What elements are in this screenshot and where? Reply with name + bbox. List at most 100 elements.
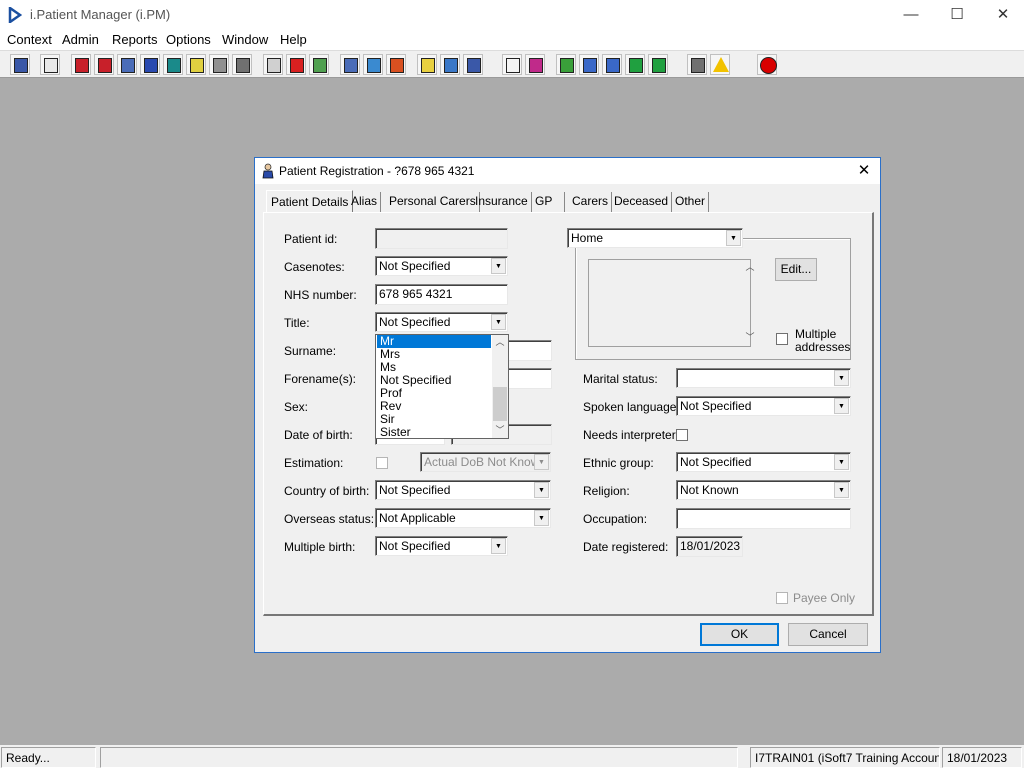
title-dropdown-scrollbar[interactable]: ︿ ﹀: [492, 335, 508, 438]
minimize-button[interactable]: —: [888, 0, 934, 30]
casenotes-combo[interactable]: Not Specified ▼: [375, 256, 508, 276]
multiple-addresses-checkbox[interactable]: [776, 333, 788, 345]
document-icon[interactable]: [502, 54, 522, 75]
maximize-button[interactable]: ☐: [934, 0, 980, 30]
menu-reports[interactable]: Reports: [112, 32, 158, 47]
chevron-down-icon[interactable]: ▼: [834, 454, 849, 470]
printer-icon[interactable]: [40, 54, 60, 75]
menu-options[interactable]: Options: [166, 32, 211, 47]
multiple-birth-combo[interactable]: Not Specified ▼: [375, 536, 508, 556]
needs-interpreter-checkbox[interactable]: [676, 429, 688, 441]
screen-icon[interactable]: [340, 54, 360, 75]
green-refresh-icon[interactable]: [648, 54, 668, 75]
tab-patient-details[interactable]: Patient Details: [266, 190, 354, 213]
chevron-down-icon[interactable]: ▼: [834, 482, 849, 498]
ok-button[interactable]: OK: [700, 623, 779, 646]
list-icon[interactable]: [417, 54, 437, 75]
swap-icon[interactable]: [687, 54, 707, 75]
bed-icon[interactable]: [232, 54, 252, 75]
download-icon[interactable]: [579, 54, 599, 75]
tab-carers[interactable]: Carers: [569, 192, 613, 212]
address-scrollbar[interactable]: ︿ ﹀: [742, 260, 756, 344]
chevron-down-icon[interactable]: ▼: [726, 230, 741, 246]
tab-other[interactable]: Other: [672, 192, 710, 212]
tab-alias[interactable]: Alias: [348, 192, 382, 212]
cancel-button[interactable]: Cancel: [788, 623, 868, 646]
chevron-down-icon[interactable]: ▼: [534, 482, 549, 498]
globe-icon[interactable]: [556, 54, 576, 75]
title-dropdown-list[interactable]: Mr Mrs Ms Not Specified Prof Rev Sir Sis…: [375, 334, 509, 439]
patient-icon[interactable]: [10, 54, 30, 75]
chevron-down-icon[interactable]: ▼: [534, 510, 549, 526]
date-registered-label: Date registered:: [583, 540, 669, 554]
spoken-language-combo[interactable]: Not Specified ▼: [676, 396, 851, 416]
multiple-addresses-line1: Multiple: [795, 327, 837, 341]
marital-status-combo[interactable]: ▼: [676, 368, 851, 388]
close-window-button[interactable]: ✕: [980, 0, 1024, 30]
title-option-sister[interactable]: Sister: [377, 426, 491, 439]
app-logo-icon: [8, 7, 22, 23]
religion-combo[interactable]: Not Known ▼: [676, 480, 851, 500]
bar-chart-icon[interactable]: [525, 54, 545, 75]
religion-value: Not Known: [680, 483, 739, 497]
chevron-down-icon[interactable]: ▼: [834, 370, 849, 386]
book-icon[interactable]: [71, 54, 91, 75]
occupation-field[interactable]: [676, 508, 851, 529]
chevron-down-icon[interactable]: ▼: [834, 398, 849, 414]
spoken-language-value: Not Specified: [680, 399, 752, 413]
warning-icon[interactable]: [710, 54, 730, 75]
multiple-birth-label: Multiple birth:: [284, 540, 356, 554]
exit-icon[interactable]: [757, 54, 777, 75]
country-of-birth-value: Not Specified: [379, 483, 451, 497]
surname-label: Surname:: [284, 344, 337, 358]
casenotes-label: Casenotes:: [284, 260, 345, 274]
tab-insurance[interactable]: Insurance: [472, 192, 532, 212]
check-download-icon[interactable]: [602, 54, 622, 75]
notes-icon[interactable]: [186, 54, 206, 75]
report-icon[interactable]: [117, 54, 137, 75]
nhs-number-field[interactable]: 678 965 4321: [375, 284, 508, 305]
tab-gp[interactable]: GP: [532, 192, 565, 212]
estimation-value: Actual DoB Not Known: [424, 455, 547, 469]
multiple-addresses-line2: addresses: [795, 340, 851, 354]
doctor-icon[interactable]: [163, 54, 183, 75]
ethnic-group-combo[interactable]: Not Specified ▼: [676, 452, 851, 472]
edit-address-button[interactable]: Edit...: [775, 258, 817, 281]
chevron-down-icon[interactable]: ▼: [491, 538, 506, 554]
marital-status-label: Marital status:: [583, 372, 658, 386]
ambulance-icon[interactable]: [209, 54, 229, 75]
clock-icon[interactable]: [286, 54, 306, 75]
monitor-icon[interactable]: [309, 54, 329, 75]
dial-icon[interactable]: [386, 54, 406, 75]
magnify-icon[interactable]: [263, 54, 283, 75]
ethnic-group-value: Not Specified: [680, 455, 752, 469]
green-arrow-icon[interactable]: [625, 54, 645, 75]
address-type-combo[interactable]: Home ▼: [567, 228, 743, 248]
title-combo[interactable]: Not Specified ▼: [375, 312, 508, 332]
tab-deceased[interactable]: Deceased: [611, 192, 673, 212]
bed-transfer-icon[interactable]: [440, 54, 460, 75]
dialog-close-button[interactable]: ✕: [853, 161, 875, 181]
overseas-status-combo[interactable]: Not Applicable ▼: [375, 508, 551, 528]
estimation-checkbox[interactable]: [376, 457, 388, 469]
chevron-down-icon[interactable]: ▼: [491, 258, 506, 274]
menu-context[interactable]: Context: [7, 32, 52, 47]
scroll-down-icon[interactable]: ﹀: [742, 330, 758, 344]
address-text-box[interactable]: [588, 259, 751, 347]
card-icon[interactable]: [363, 54, 383, 75]
scroll-thumb[interactable]: [493, 387, 507, 421]
m-icon[interactable]: [140, 54, 160, 75]
country-of-birth-combo[interactable]: Not Specified ▼: [375, 480, 551, 500]
scroll-up-icon[interactable]: ︿: [492, 335, 508, 349]
tab-personal-carers[interactable]: Personal Carers: [386, 192, 480, 212]
scroll-down-icon[interactable]: ﹀: [492, 423, 508, 437]
person-transfer-icon[interactable]: [463, 54, 483, 75]
chevron-down-icon[interactable]: ▼: [491, 314, 506, 330]
menu-admin[interactable]: Admin: [62, 32, 99, 47]
menu-help[interactable]: Help: [280, 32, 307, 47]
scroll-up-icon[interactable]: ︿: [742, 260, 758, 274]
menu-window[interactable]: Window: [222, 32, 268, 47]
pencil-book-icon[interactable]: [94, 54, 114, 75]
estimation-combo: Actual DoB Not Known ▼: [420, 452, 551, 472]
app-title: i.Patient Manager (i.PM): [30, 7, 171, 22]
